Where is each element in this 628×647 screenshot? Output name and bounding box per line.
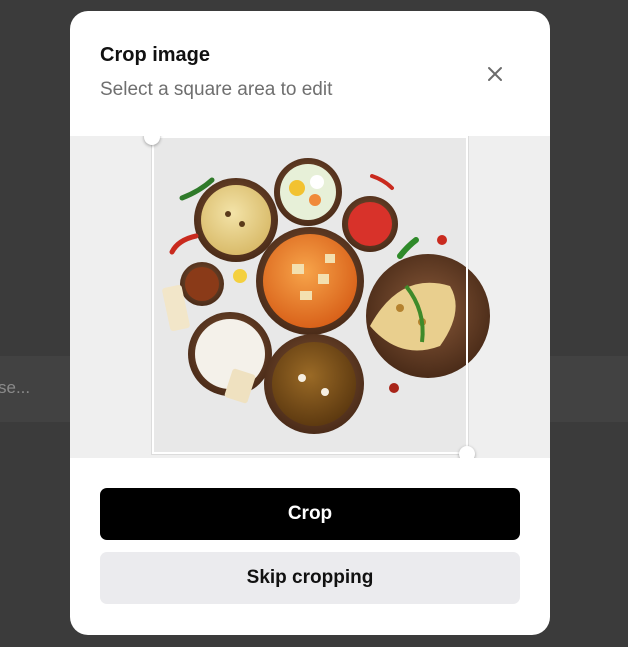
close-icon xyxy=(488,67,502,81)
dialog-title: Crop image xyxy=(100,44,211,66)
background-text: se... xyxy=(0,378,31,397)
dialog-subtitle: Select a square area to edit xyxy=(100,79,333,100)
crop-canvas[interactable] xyxy=(70,136,550,458)
close-button[interactable] xyxy=(480,59,510,89)
crop-dialog: Crop image Select a square area to edit xyxy=(70,11,550,635)
crop-button[interactable]: Crop xyxy=(100,488,520,540)
crop-handle-bottom-right[interactable] xyxy=(459,446,475,458)
skip-cropping-button[interactable]: Skip cropping xyxy=(100,552,520,604)
crop-selection-frame[interactable] xyxy=(152,136,468,454)
